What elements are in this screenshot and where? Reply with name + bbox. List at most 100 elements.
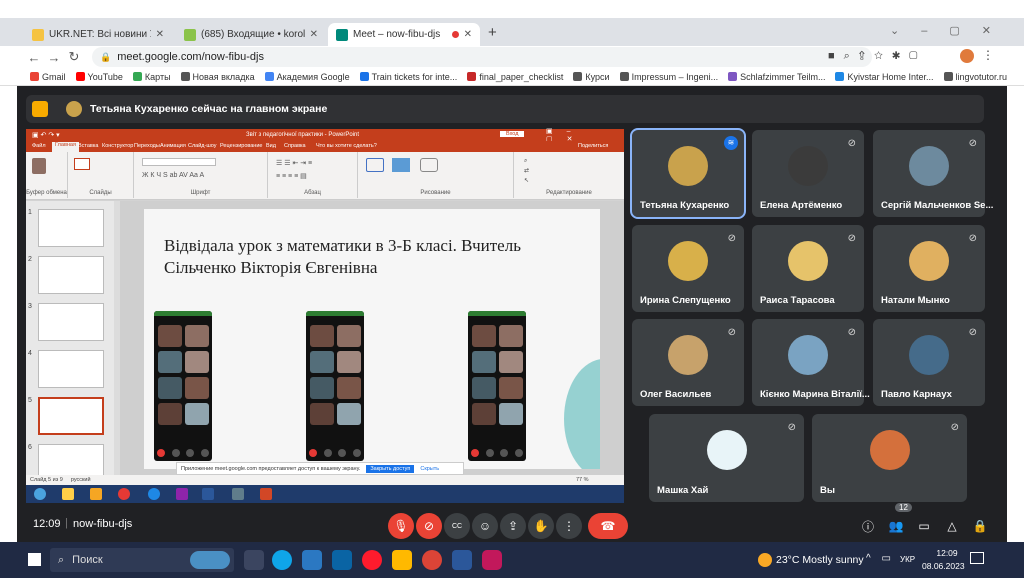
bookmark-item[interactable]: final_paper_checklist [467, 72, 563, 82]
bookmark-item[interactable]: YouTube [75, 72, 123, 82]
slide-thumbnail[interactable] [38, 209, 104, 247]
ppt-tab[interactable]: Вид [266, 143, 276, 149]
slide-thumbnail[interactable] [38, 256, 104, 294]
explorer-icon[interactable] [392, 550, 412, 570]
bookmark-item[interactable]: Карты [132, 72, 171, 82]
notification-icon[interactable] [970, 552, 984, 564]
windows-start-icon[interactable] [28, 553, 41, 566]
bookmark-item[interactable]: Schlafzimmer Teilm... [728, 72, 825, 82]
back-icon[interactable]: ← [24, 50, 44, 65]
font-name-box[interactable] [142, 158, 216, 166]
ribbon-group-slides[interactable]: Слайды [68, 152, 134, 198]
bookmark-item[interactable]: Train tickets for inte... [359, 72, 457, 82]
bookmark-item[interactable]: Impressum – Ingeni... [619, 72, 718, 82]
menu-icon[interactable]: ⋮ [982, 48, 994, 62]
raise-hand-icon[interactable]: ✋ [528, 513, 554, 539]
profile-avatar[interactable] [960, 49, 974, 63]
bookmark-item[interactable]: Gmail [30, 72, 66, 82]
ppt-tab[interactable]: Справка [284, 143, 306, 149]
host-controls-icon[interactable]: 🔒 [967, 513, 993, 539]
opera-icon[interactable] [362, 550, 382, 570]
url-box[interactable]: 🔒 meet.google.com/now-fibu-djs [92, 47, 872, 67]
ppt-tab[interactable]: Главная [52, 142, 79, 152]
ribbon-group-clipboard[interactable]: Буфер обмена [26, 152, 68, 198]
toolbar-icons[interactable]: ■⌕⇪☆✱▢ [828, 50, 927, 63]
browser-tab-ukrnet[interactable]: UKR.NET: Всі новини України, с ✕ [24, 23, 172, 46]
forward-icon[interactable]: → [44, 50, 64, 65]
participant-tile[interactable]: Ирина Слепущенко ⊘ [632, 225, 744, 312]
ribbon-group-font[interactable]: Ж К Ч S ab AV Aa A Шрифт [134, 152, 268, 198]
weather-text[interactable]: 23°C Mostly sunny [776, 554, 864, 566]
ribbon-group-drawing[interactable]: Рисование [358, 152, 514, 198]
stop-sharing-button[interactable]: Закрыть доступ [366, 464, 415, 473]
bookmark-item[interactable]: Новая вкладка [180, 72, 255, 82]
task-view-icon[interactable] [244, 550, 264, 570]
more-options-icon[interactable]: ⋮ [556, 513, 582, 539]
font-format-icons[interactable]: Ж К Ч S ab AV Aa A [142, 172, 204, 179]
ribbon-group-editing[interactable]: ⌕ ⇄ ↖ Редактирование [514, 152, 624, 198]
present-screen-icon[interactable]: ⇪ [500, 513, 526, 539]
current-slide[interactable]: Відвідала урок з математики в 3-Б класі.… [144, 209, 600, 469]
ppt-tab[interactable]: Что вы хотите сделать? [316, 143, 377, 149]
slide-thumbnail[interactable] [38, 303, 104, 341]
info-icon[interactable]: ⓘ [855, 513, 881, 539]
close-icon[interactable]: ✕ [464, 29, 472, 40]
people-icon[interactable]: 👥 [883, 513, 909, 539]
bookmark-item[interactable]: Kyivstar Home Inter... [835, 72, 934, 82]
ppt-tab[interactable]: Вставка [78, 143, 98, 149]
window-controls[interactable]: ⌄–▢✕ [890, 24, 1013, 37]
keyboard-language[interactable]: УКР [900, 555, 915, 564]
close-icon[interactable]: ✕ [310, 29, 318, 40]
store-icon[interactable] [302, 550, 322, 570]
ppt-tab[interactable]: Рецензирование [220, 143, 262, 149]
ppt-tab[interactable]: Файл [32, 143, 46, 149]
hide-notice-link[interactable]: Скрыть [420, 466, 439, 472]
signin-button[interactable]: Вход [500, 131, 525, 137]
align-icons[interactable]: ≡ ≡ ≡ ≡ ▤ [276, 172, 307, 180]
camera-off-icon[interactable]: ⊘ [416, 513, 442, 539]
participant-tile[interactable]: Елена Артёменко ⊘ [752, 130, 864, 217]
word-icon[interactable] [452, 550, 472, 570]
bookmark-item[interactable]: Академия Google [264, 72, 350, 82]
app-icon[interactable] [482, 550, 502, 570]
leave-call-icon[interactable]: ☎ [588, 513, 628, 539]
edge-icon[interactable] [272, 550, 292, 570]
browser-tab-mail[interactable]: (685) Входящие • koroleva-nv79 ✕ [176, 23, 326, 46]
clock-date[interactable]: 08.06.2023 [922, 561, 965, 571]
chrome-icon[interactable] [422, 550, 442, 570]
captions-icon[interactable]: CC [444, 513, 470, 539]
participant-tile[interactable]: Раиса Тарасова ⊘ [752, 225, 864, 312]
ppt-tab[interactable]: Конструктор [102, 143, 133, 149]
participant-tile[interactable]: Вы ⊘ [812, 414, 967, 502]
bookmark-item[interactable]: Курси [573, 72, 610, 82]
reload-icon[interactable]: ↻ [64, 49, 84, 65]
slide-thumbnail[interactable] [38, 350, 104, 388]
browser-tab-meet[interactable]: Meet – now-fibu-djs ✕ [328, 23, 480, 46]
mic-off-icon[interactable]: 🎙 [388, 513, 414, 539]
quick-access-icons[interactable]: ▣ ↶ ↷ ▾ [32, 131, 60, 139]
mail-icon[interactable] [332, 550, 352, 570]
clock-time[interactable]: 12:09 [930, 548, 964, 558]
participant-tile[interactable]: Натали Мынко ⊘ [873, 225, 985, 312]
activities-icon[interactable]: △ [939, 513, 965, 539]
ppt-tab[interactable]: Переходы [134, 143, 160, 149]
bookmark-item[interactable]: lingvotutor.ru [943, 72, 1007, 82]
ppt-tab[interactable]: Поделиться [578, 143, 608, 149]
participant-tile[interactable]: Павло Карнаух ⊘ [873, 319, 985, 406]
new-tab-button[interactable]: + [488, 24, 497, 41]
participant-tile[interactable]: Машка Хай ⊘ [649, 414, 804, 502]
zoom-level[interactable]: 77 % [576, 477, 589, 483]
ppt-tab[interactable]: Анимация [160, 143, 186, 149]
tray-icons[interactable]: ^ ▭ [866, 553, 895, 564]
chat-icon[interactable]: ▭ [911, 513, 937, 539]
participant-tile[interactable]: Кієнко Марина Віталії... ⊘ [752, 319, 870, 406]
paragraph-icons[interactable]: ☰ ☰ ⇤ ⇥ ≡ [276, 159, 312, 167]
ribbon-group-paragraph[interactable]: ☰ ☰ ⇤ ⇥ ≡ ≡ ≡ ≡ ≡ ▤ Абзац [268, 152, 358, 198]
participant-tile[interactable]: Олег Васильев ⊘ [632, 319, 744, 406]
close-icon[interactable]: ✕ [156, 29, 164, 40]
emoji-icon[interactable]: ☺ [472, 513, 498, 539]
participant-tile[interactable]: Сергій Мальченков Se... ⊘ [873, 130, 993, 217]
ppt-tab[interactable]: Слайд-шоу [188, 143, 217, 149]
editing-icons[interactable]: ⌕ ⇄ ↖ [524, 156, 529, 186]
participant-tile[interactable]: Тетьяна Кухаренко ≋ [630, 128, 746, 219]
